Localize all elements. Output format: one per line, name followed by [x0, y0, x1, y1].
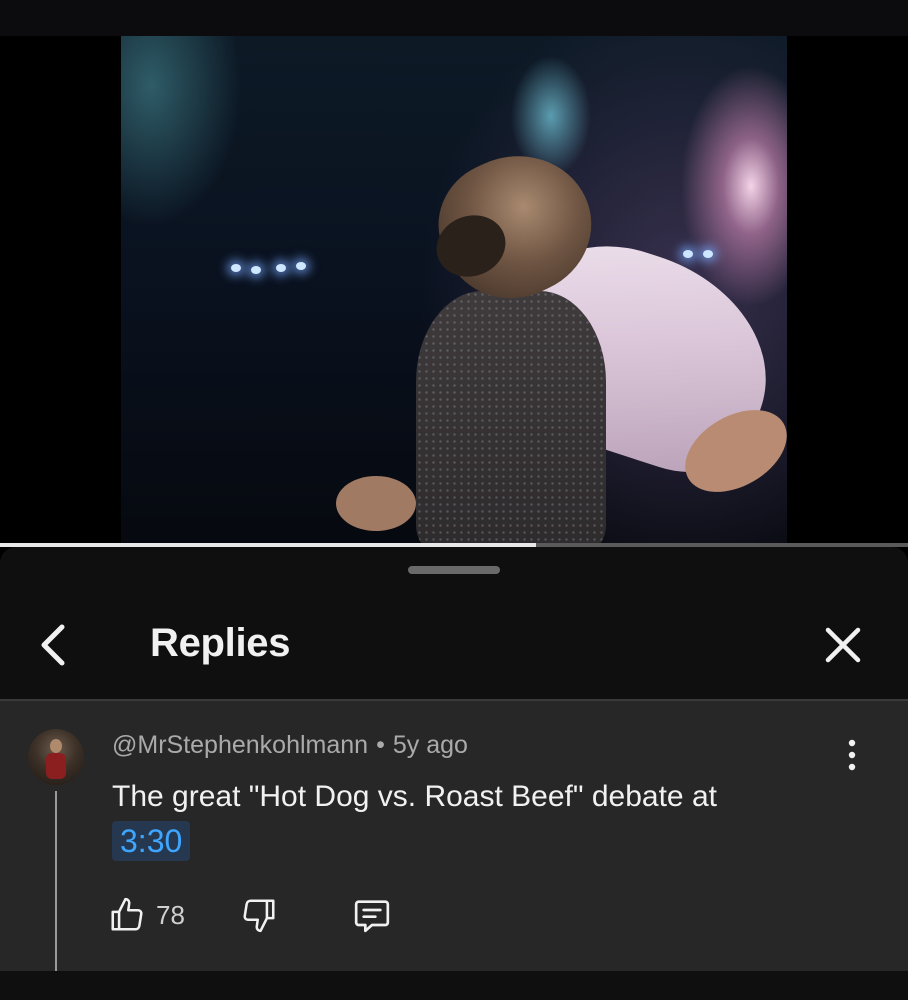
video-frame[interactable] — [121, 36, 787, 544]
reply-icon — [354, 900, 390, 933]
avatar[interactable] — [28, 729, 84, 785]
page-title: Replies — [150, 621, 291, 665]
thread-line — [55, 791, 57, 1000]
comment-actions: 78 — [108, 891, 428, 939]
comment-body: The great "Hot Dog vs. Roast Beef" debat… — [112, 775, 832, 865]
meta-separator: • — [376, 731, 385, 759]
sheet-bottom — [0, 971, 908, 1000]
replies-sheet: Replies @MrStephenkohlmann • 5y ago The gr… — [0, 547, 908, 1000]
stage-light — [231, 264, 241, 272]
drag-handle[interactable] — [408, 566, 500, 574]
comment-card: @MrStephenkohlmann • 5y ago The great "Hot… — [0, 701, 908, 1000]
performer-vest — [416, 291, 606, 544]
reply-button[interactable] — [352, 891, 392, 939]
timestamp-link[interactable]: 3:30 — [112, 821, 191, 861]
close-icon — [825, 627, 861, 663]
stage-light — [251, 266, 261, 274]
stage-light — [703, 250, 713, 258]
comment-text: The great "Hot Dog vs. Roast Beef" debat… — [112, 780, 717, 813]
thumbs-down-icon — [243, 899, 275, 933]
stage-light — [683, 250, 693, 258]
comment-age: 5y ago — [392, 731, 468, 759]
replies-header: Replies — [0, 597, 908, 699]
performer-hand — [336, 476, 416, 531]
dislike-button[interactable] — [240, 891, 278, 939]
like-button[interactable]: 78 — [108, 891, 185, 939]
comment-meta: @MrStephenkohlmann • 5y ago — [112, 731, 468, 760]
more-vertical-icon — [848, 739, 856, 771]
close-button[interactable] — [814, 617, 872, 673]
chevron-left-icon — [41, 624, 65, 666]
like-count: 78 — [156, 899, 185, 930]
thumbs-up-icon — [111, 897, 143, 931]
status-bar — [0, 0, 908, 36]
stage-light — [276, 264, 286, 272]
back-button[interactable] — [26, 617, 82, 673]
video-player[interactable] — [0, 36, 908, 544]
stage-light — [296, 262, 306, 270]
comment-author[interactable]: @MrStephenkohlmann — [112, 731, 368, 759]
more-options-button[interactable] — [836, 735, 868, 775]
